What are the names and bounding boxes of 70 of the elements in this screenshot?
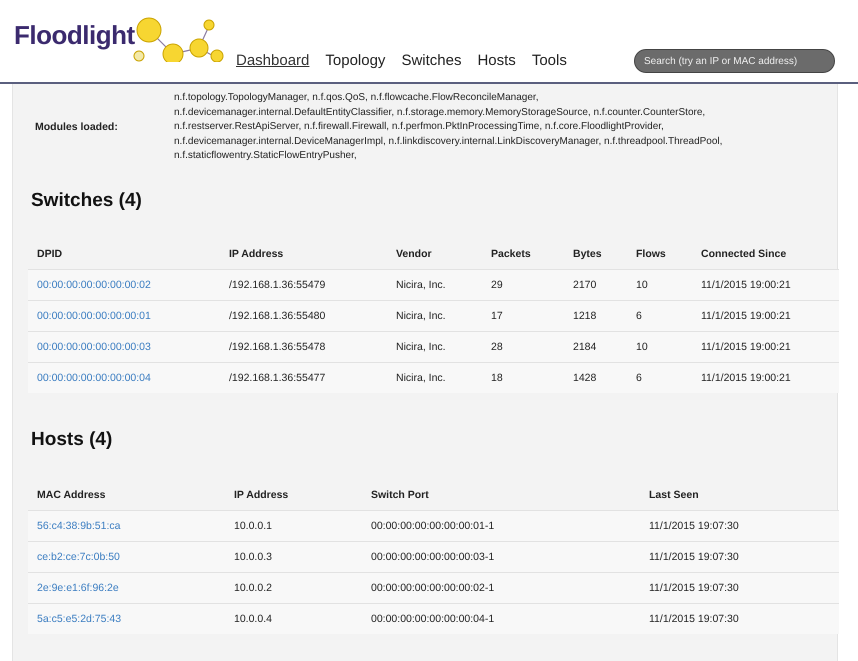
table-cell: 11/1/2015 19:07:30 [640,541,839,572]
modules-list-line: n.f.devicemanager.internal.DeviceManagerImpl, n.f.linkdiscovery.internal.LinkDiscoveryManager, n.f.threadpool.ThreadPool, [174,134,722,148]
column-header: DPID [28,238,220,269]
nav-link[interactable]: Topology [325,52,386,69]
nav-link[interactable]: Switches [401,52,462,69]
table-cell: Nicira, Inc. [387,331,482,362]
table-cell: 1218 [564,300,627,331]
table-cell: 11/1/2015 19:07:30 [640,510,839,541]
column-header: Bytes [564,238,627,269]
table-cell: 17 [482,300,564,331]
column-header: Connected Since [692,238,839,269]
column-header: Flows [627,238,692,269]
table-cell: 6 [627,300,692,331]
table-cell: /192.168.1.36:55477 [220,362,387,392]
nav-link[interactable]: Hosts [477,52,516,69]
column-header: Vendor [387,238,482,269]
table-cell: 11/1/2015 19:00:21 [692,331,839,362]
table-cell: /192.168.1.36:55478 [220,331,387,362]
table-cell: 29 [482,269,564,300]
column-header: Switch Port [362,480,640,510]
table-cell: 00:00:00:00:00:00:00:03-1 [362,541,640,572]
table-cell: 10.0.0.2 [225,572,362,603]
table-cell: 11/1/2015 19:00:21 [692,269,839,300]
table-link[interactable]: 2e:9e:e1:6f:96:2e [37,582,119,594]
table-cell: 6 [627,362,692,392]
table-cell: /192.168.1.36:55480 [220,300,387,331]
table-cell: Nicira, Inc. [387,269,482,300]
table-cell: /192.168.1.36:55479 [220,269,387,300]
column-header: Packets [482,238,564,269]
table-cell: Nicira, Inc. [387,362,482,392]
section-heading: Hosts (4) [31,428,114,450]
column-header: IP Address [225,480,362,510]
table-cell: 2170 [564,269,627,300]
table-cell: 2184 [564,331,627,362]
table-cell: Nicira, Inc. [387,300,482,331]
table-cell: 00:00:00:00:00:00:00:01-1 [362,510,640,541]
table-cell: 00:00:00:00:00:00:00:02-1 [362,572,640,603]
column-header: IP Address [220,238,387,269]
table-cell: 1428 [564,362,627,392]
search-field[interactable]: Search (try an IP or MAC address) [634,49,835,73]
table-cell: 11/1/2015 19:00:21 [692,300,839,331]
table-cell: 11/1/2015 19:00:21 [692,362,839,392]
table-cell: 11/1/2015 19:07:30 [640,572,839,603]
column-header: MAC Address [28,480,225,510]
column-header: Last Seen [640,480,839,510]
modules-list-line: n.f.devicemanager.internal.DefaultEntityClassifier, n.f.storage.memory.MemoryStorageSource, n.f.counter.CounterStore, [174,106,706,120]
table-cell: 10.0.0.1 [225,510,362,541]
section-heading: Switches (4) [31,190,143,212]
table-link[interactable]: 56:c4:38:9b:51:ca [37,520,120,532]
logo-text: Floodlight [14,20,135,51]
table-link[interactable]: 00:00:00:00:00:00:00:02 [37,278,151,290]
table-cell: 00:00:00:00:00:00:00:04-1 [362,603,640,634]
table-link[interactable]: 00:00:00:00:00:00:00:04 [37,372,151,384]
table-link[interactable]: 5a:c5:e5:2d:75:43 [37,612,122,624]
table-cell: 10.0.0.3 [225,541,362,572]
modules-list-line: n.f.restserver.RestApiServer, n.f.firewall.Firewall, n.f.perfmon.PktInProcessingTime, n.f.core.FloodlightProvider, [174,120,664,134]
nav-link[interactable]: Dashboard [236,52,310,69]
modules-list-line: n.f.topology.TopologyManager, n.f.qos.QoS, n.f.flowcache.FlowReconcileManager, [174,91,538,105]
table-cell: 11/1/2015 19:07:30 [640,603,839,634]
table-cell: 10 [627,269,692,300]
table-cell: 28 [482,331,564,362]
nav-link[interactable]: Tools [532,52,567,69]
table-link[interactable]: 00:00:00:00:00:00:00:01 [37,310,151,322]
table-cell: 10 [627,331,692,362]
table-link[interactable]: ce:b2:ce:7c:0b:50 [37,550,120,562]
table-link[interactable]: 00:00:00:00:00:00:00:03 [37,340,151,352]
modules-label: Modules loaded: [34,121,119,134]
table-cell: 10.0.0.4 [225,603,362,634]
modules-list-line: n.f.staticflowentry.StaticFlowEntryPusher, [174,149,357,163]
table-cell: 18 [482,362,564,392]
